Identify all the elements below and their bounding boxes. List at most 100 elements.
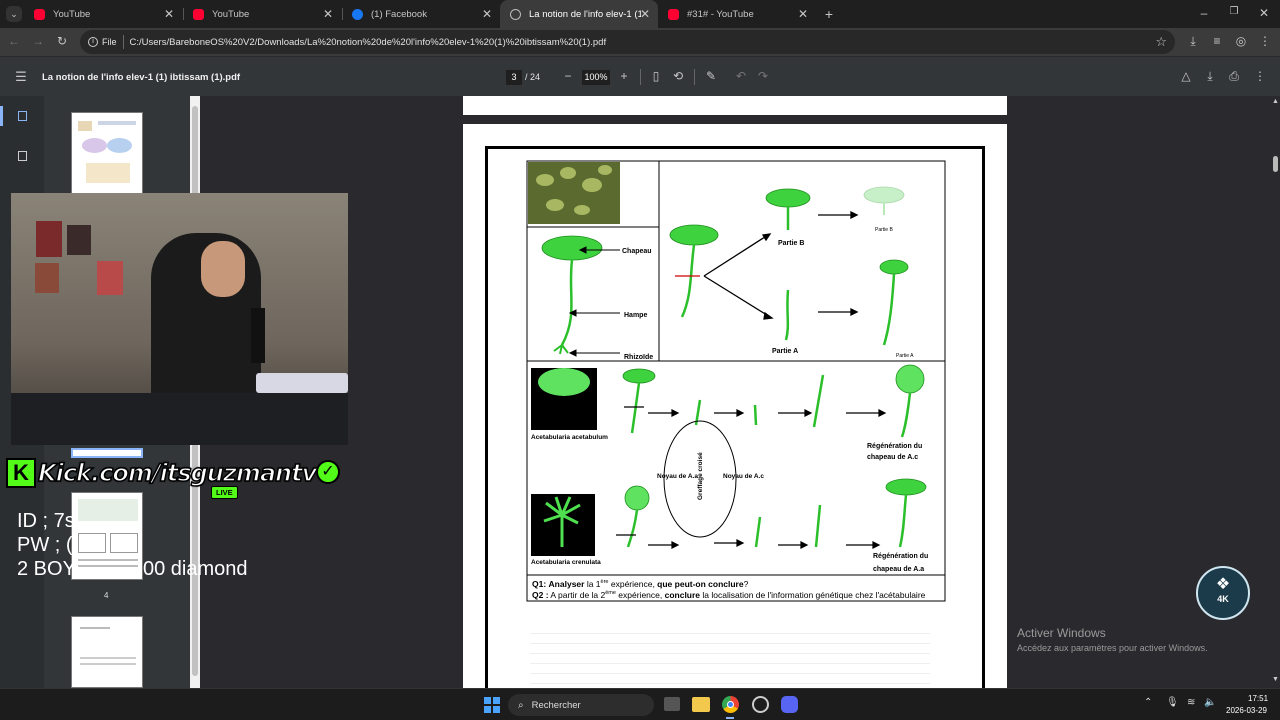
overlay-diamond-line: 00 diamond — [143, 558, 248, 580]
tab-search-icon[interactable]: ⌄ — [6, 6, 22, 22]
tab-youtube-3[interactable]: #31# - YouTube ✕ — [658, 0, 816, 28]
close-icon[interactable]: ✕ — [640, 7, 650, 21]
obs-icon[interactable] — [752, 696, 769, 713]
taskbar: ⌕ Rechercher ⌃ 🎙 ≋ 🔈 17:51 2026-03-29 — [0, 688, 1280, 720]
person-face — [201, 241, 245, 297]
minimize-icon[interactable]: – — [1196, 6, 1212, 20]
clock-time[interactable]: 17:51 — [1248, 694, 1268, 703]
kick-url: Kick.com/itsguzmantv — [37, 458, 318, 488]
media-controls-icon[interactable]: ≡ — [1209, 34, 1225, 48]
acetabularia-figure: Chapeau Hampe Rhizoïde Partie B Partie B… — [526, 160, 946, 602]
youtube-icon — [193, 8, 204, 20]
label-crenulata: Acetabularia crenulata — [531, 559, 601, 566]
page-thumbnail-4[interactable] — [71, 492, 143, 580]
outline-view-icon[interactable] — [18, 151, 27, 161]
tab-title: La notion de l'info elev-1 (1) ib — [529, 8, 641, 20]
globe-icon — [510, 8, 521, 20]
start-button[interactable] — [484, 697, 500, 713]
close-icon[interactable]: ✕ — [164, 7, 174, 21]
windows-icon — [484, 697, 500, 713]
tab-pdf-active[interactable]: La notion de l'info elev-1 (1) ib ✕ — [500, 0, 658, 28]
chrome-icon[interactable] — [722, 696, 739, 713]
zoom-in-icon[interactable]: + — [616, 69, 632, 83]
youtube-icon — [668, 8, 679, 20]
desk — [11, 393, 348, 445]
profile-icon[interactable]: ◎ — [1233, 34, 1249, 48]
thumbnails-view-icon[interactable] — [0, 106, 44, 126]
redo-icon[interactable]: ↷ — [755, 69, 771, 83]
poster — [35, 263, 59, 293]
overlay-id-line: ID ; 7s — [17, 510, 75, 532]
more-options-icon[interactable]: ⋮ — [1252, 69, 1268, 83]
webcam-overlay — [11, 193, 348, 445]
microphone — [251, 308, 265, 363]
window-close-icon[interactable]: ✕ — [1256, 6, 1272, 20]
page-thumbnail-1[interactable] — [71, 112, 143, 194]
live-badge: LIVE — [211, 486, 238, 499]
close-icon[interactable]: ✕ — [323, 7, 333, 21]
poster — [97, 261, 123, 295]
downloads-icon[interactable]: ⤓ — [1185, 34, 1201, 49]
zoom-out-icon[interactable]: − — [560, 69, 576, 83]
new-tab-icon[interactable]: + — [821, 6, 837, 22]
drive-icon[interactable]: △ — [1178, 69, 1194, 83]
label-chapeau: Chapeau — [622, 248, 652, 255]
download-icon[interactable]: ⤓ — [1202, 69, 1218, 84]
tab-title: (1) Facebook — [371, 8, 427, 20]
sidebar-menu-icon[interactable]: ☰ — [13, 69, 29, 85]
page-total: / 24 — [525, 72, 541, 82]
chrome-menu-icon[interactable]: ⋮ — [1257, 34, 1273, 48]
viewer-scrollbar[interactable]: ▲ ▼ — [1270, 96, 1280, 688]
close-icon[interactable]: ✕ — [482, 7, 492, 21]
facebook-icon — [352, 8, 363, 20]
info-icon: i — [88, 37, 98, 47]
page-thumbnail-5[interactable] — [71, 616, 143, 688]
label-acetabulum: Acetabularia acetabulum — [531, 434, 608, 441]
volume-icon[interactable]: 🔈 — [1204, 697, 1216, 708]
undo-icon[interactable]: ↶ — [733, 69, 749, 83]
tab-facebook[interactable]: (1) Facebook ✕ — [342, 0, 500, 28]
thumbnail-page-number: 4 — [104, 591, 109, 600]
scheme-label: File — [102, 37, 117, 47]
reload-icon[interactable]: ↻ — [54, 34, 70, 48]
tab-title: YouTube — [212, 8, 250, 20]
overlay-boyz-line: 2 BOY — [17, 558, 76, 580]
label-regen-ac-2: chapeau de A.c — [867, 454, 918, 461]
rotate-icon[interactable]: ⟲ — [670, 69, 686, 83]
task-view-icon[interactable] — [664, 697, 680, 711]
forward-icon[interactable]: → — [30, 34, 46, 48]
tab-youtube-2[interactable]: YouTube ✕ — [183, 0, 341, 28]
fit-page-icon[interactable]: ▯ — [648, 69, 664, 83]
label-noyau-ac: Noyau de A.c — [723, 473, 764, 480]
bookmark-star-icon[interactable]: ☆ — [1155, 34, 1167, 50]
label-hampe: Hampe — [624, 312, 647, 319]
tab-youtube-1[interactable]: YouTube ✕ — [24, 0, 182, 28]
label-regen-aa-1: Régénération du — [873, 553, 928, 560]
url-text[interactable]: C:/Users/BareboneOS%20V2/Downloads/La%20… — [130, 37, 607, 48]
address-bar[interactable]: i File C:/Users/BareboneOS%20V2/Download… — [80, 30, 1175, 54]
overlay-pw-line: PW ; ( — [17, 534, 73, 556]
wifi-icon[interactable]: ≋ — [1187, 697, 1195, 708]
tray-chevron-icon[interactable]: ⌃ — [1144, 697, 1152, 708]
annotate-icon[interactable]: ✎ — [703, 69, 719, 83]
taskbar-search[interactable]: ⌕ Rechercher — [508, 694, 654, 716]
close-icon[interactable]: ✕ — [798, 7, 808, 21]
mic-icon[interactable]: 🎙 — [1166, 697, 1179, 708]
restore-icon[interactable]: ❐ — [1226, 6, 1242, 17]
label-regen-aa-2: chapeau de A.a — [873, 566, 924, 573]
activation-watermark-title: Activer Windows — [1017, 626, 1106, 640]
poster — [67, 225, 91, 255]
activation-watermark-subtitle: Accédez aux paramètres pour activer Wind… — [1017, 643, 1208, 653]
verified-icon: ✓ — [316, 460, 340, 484]
tab-title: YouTube — [53, 8, 91, 20]
kick-logo-icon: K — [6, 458, 36, 488]
tab-title: #31# - YouTube — [687, 8, 754, 20]
clock-date[interactable]: 2026-03-29 — [1226, 706, 1267, 715]
site-info-chip[interactable]: i File — [88, 37, 117, 47]
zoom-input[interactable]: 100% — [582, 70, 610, 85]
back-icon[interactable]: ← — [6, 34, 22, 48]
page-number-input[interactable]: 3 — [506, 70, 522, 85]
file-explorer-icon[interactable] — [692, 697, 710, 712]
discord-icon[interactable] — [781, 696, 798, 713]
print-icon[interactable]: ⎙ — [1226, 69, 1242, 84]
